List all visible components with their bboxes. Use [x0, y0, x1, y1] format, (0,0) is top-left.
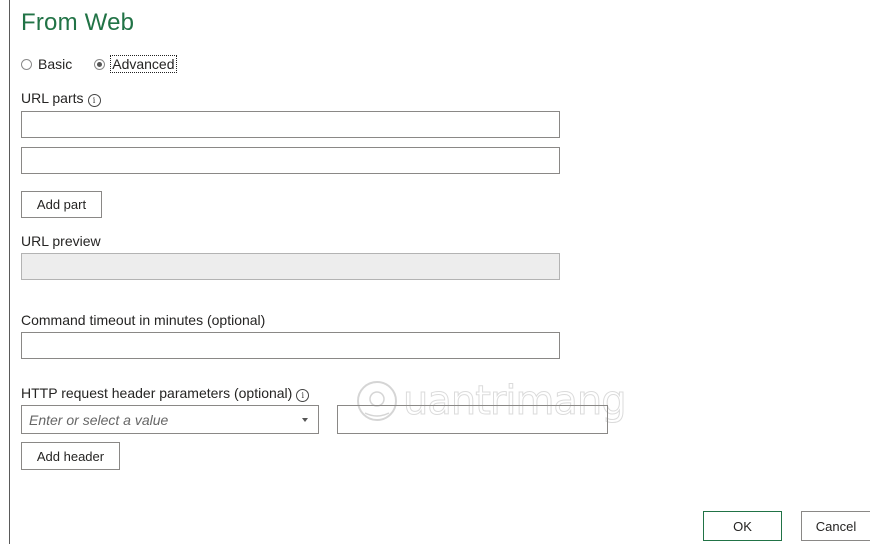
cancel-button[interactable]: Cancel — [801, 511, 870, 541]
header-name-placeholder: Enter or select a value — [29, 411, 169, 428]
command-timeout-label: Command timeout in minutes (optional) — [21, 312, 266, 328]
dropdown-caret-icon[interactable] — [302, 417, 308, 422]
advanced-radio-indicator[interactable] — [94, 58, 106, 70]
dialog-title: From Web — [21, 9, 135, 36]
url-preview-field — [21, 253, 560, 280]
from-web-dialog: From Web Basic Advanced URL parts i Add p… — [9, 0, 870, 544]
basic-radio-indicator[interactable] — [21, 58, 32, 70]
url-parts-label: URL parts i — [21, 90, 101, 107]
url-part-input-2[interactable] — [21, 147, 560, 174]
basic-radio-label[interactable]: Basic — [38, 56, 72, 72]
ok-button[interactable]: OK — [703, 511, 782, 541]
advanced-radio[interactable]: Advanced — [94, 55, 177, 73]
mode-radio-group: Basic Advanced — [21, 55, 198, 73]
advanced-radio-label[interactable]: Advanced — [110, 55, 177, 73]
add-header-button[interactable]: Add header — [21, 442, 120, 470]
header-name-dropdown[interactable]: Enter or select a value — [21, 405, 319, 434]
url-preview-label: URL preview — [21, 233, 101, 249]
add-part-button[interactable]: Add part — [21, 191, 102, 218]
url-part-input-1[interactable] — [21, 111, 560, 138]
header-value-input[interactable] — [337, 405, 608, 434]
basic-radio[interactable]: Basic — [21, 56, 72, 72]
command-timeout-input[interactable] — [21, 332, 560, 359]
http-headers-label-text: HTTP request header parameters (optional… — [21, 385, 293, 401]
url-parts-label-text: URL parts — [21, 90, 84, 106]
http-headers-label: HTTP request header parameters (optional… — [21, 385, 310, 402]
info-icon[interactable]: i — [87, 94, 101, 107]
info-icon[interactable]: i — [296, 389, 310, 402]
